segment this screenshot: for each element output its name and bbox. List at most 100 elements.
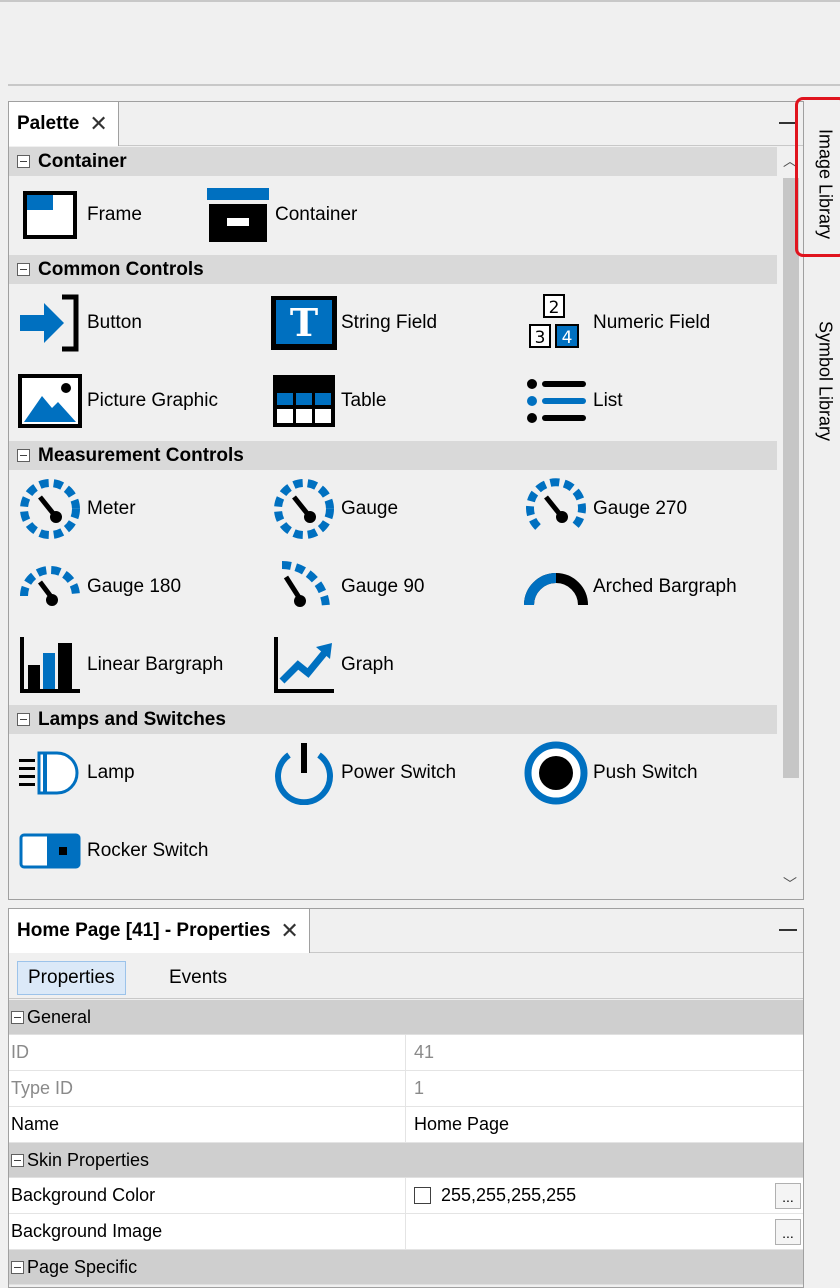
palette-item-arched-bargraph[interactable]: Arched Bargraph — [519, 548, 737, 626]
palette-item-linear-bargraph[interactable]: Linear Bargraph — [13, 626, 223, 704]
category-container[interactable]: Container — [9, 147, 777, 176]
section-skin-properties[interactable]: Skin Properties — [9, 1143, 803, 1178]
collapse-icon[interactable] — [11, 1260, 24, 1274]
minimize-icon[interactable] — [779, 122, 797, 124]
frame-icon — [13, 184, 87, 246]
palette-panel: Palette ✕ Container Frame Container Comm… — [8, 101, 804, 900]
item-label: List — [593, 390, 623, 411]
tab-events[interactable]: Events — [159, 961, 237, 995]
palette-item-power-switch[interactable]: Power Switch — [267, 734, 456, 812]
collapse-icon[interactable] — [11, 1153, 24, 1167]
collapse-icon[interactable] — [17, 449, 30, 462]
palette-item-table[interactable]: Table — [267, 362, 386, 440]
item-label: Rocker Switch — [87, 840, 209, 861]
properties-subtabs: Properties Events — [9, 953, 803, 999]
palette-item-gauge-270[interactable]: Gauge 270 — [519, 470, 687, 548]
property-value: 255,255,255,255 — [441, 1185, 577, 1205]
palette-item-container[interactable]: Container — [201, 176, 357, 254]
item-label: Meter — [87, 498, 136, 519]
palette-item-picture-graphic[interactable]: Picture Graphic — [13, 362, 218, 440]
properties-tab[interactable]: Home Page [41] - Properties ✕ — [9, 909, 310, 953]
palette-item-rocker-switch[interactable]: Rocker Switch — [13, 812, 208, 890]
category-label: Container — [38, 150, 127, 172]
collapse-icon[interactable] — [11, 1010, 24, 1024]
close-icon[interactable]: ✕ — [280, 918, 298, 944]
property-value-cell[interactable]: ... — [406, 1214, 803, 1249]
graph-icon — [267, 634, 341, 696]
category-measurement-controls[interactable]: Measurement Controls — [9, 441, 777, 470]
property-name: Type ID — [9, 1071, 406, 1106]
close-icon[interactable]: ✕ — [89, 111, 107, 137]
ellipsis-button[interactable]: ... — [775, 1183, 801, 1209]
section-page-specific[interactable]: Page Specific — [9, 1250, 803, 1285]
property-name: Background Color — [9, 1178, 406, 1213]
tab-symbol-library[interactable]: Symbol Library — [812, 306, 838, 456]
category-label: Common Controls — [38, 258, 204, 280]
palette-item-gauge[interactable]: Gauge — [267, 470, 398, 548]
palette-item-push-switch[interactable]: Push Switch — [519, 734, 698, 812]
ellipsis-button[interactable]: ... — [775, 1219, 801, 1245]
minimize-icon[interactable] — [779, 929, 797, 931]
item-label: Linear Bargraph — [87, 654, 224, 675]
string-field-letter: T — [290, 300, 318, 345]
properties-header: Home Page [41] - Properties ✕ — [9, 909, 803, 953]
property-row-background-color[interactable]: Background Color 255,255,255,255 ... — [9, 1178, 803, 1214]
properties-panel: Home Page [41] - Properties ✕ Properties… — [8, 908, 804, 1288]
property-name: Name — [9, 1107, 406, 1142]
list-icon — [519, 370, 593, 432]
property-row-background-image[interactable]: Background Image ... — [9, 1214, 803, 1250]
palette-item-button[interactable]: Button — [13, 284, 142, 362]
scrollbar-thumb[interactable] — [783, 178, 799, 778]
palette-item-list[interactable]: List — [519, 362, 623, 440]
collapse-icon[interactable] — [17, 713, 30, 726]
item-label: Graph — [341, 654, 394, 675]
tab-image-library[interactable]: Image Library — [812, 118, 838, 250]
palette-item-string-field[interactable]: T String Field — [267, 284, 437, 362]
property-row-id[interactable]: ID 41 — [9, 1035, 803, 1071]
item-label: Frame — [87, 204, 142, 225]
digit-text: 4 — [562, 328, 573, 348]
palette-list[interactable]: Container Frame Container Common Control… — [9, 146, 777, 899]
collapse-icon[interactable] — [17, 155, 30, 168]
meter-icon — [13, 478, 87, 540]
tab-properties[interactable]: Properties — [17, 961, 126, 995]
category-label: Measurement Controls — [38, 444, 244, 466]
category-common-controls[interactable]: Common Controls — [9, 255, 777, 284]
item-label: Gauge 270 — [593, 498, 688, 519]
palette-item-gauge-180[interactable]: Gauge 180 — [13, 548, 181, 626]
scroll-up-icon[interactable]: ︿ — [777, 148, 803, 174]
property-value-cell[interactable]: 255,255,255,255 ... — [406, 1178, 803, 1213]
container-icon — [201, 184, 275, 246]
property-value[interactable]: Home Page — [406, 1107, 803, 1142]
category-label: Lamps and Switches — [38, 708, 226, 730]
linear-bargraph-icon — [13, 634, 87, 696]
side-tab-strip: Image Library Symbol Library — [806, 100, 840, 600]
arched-bargraph-icon — [519, 556, 593, 618]
digit-text: 3 — [535, 328, 546, 348]
properties-title: Home Page [41] - Properties — [17, 920, 271, 941]
item-label: Gauge 180 — [87, 576, 182, 597]
power-switch-icon — [267, 742, 341, 805]
section-label: Page Specific — [27, 1256, 138, 1277]
section-general[interactable]: General — [9, 1000, 803, 1035]
palette-item-numeric-field[interactable]: 2 3 4 Numeric Field — [519, 284, 710, 362]
numeric-field-icon: 2 3 4 — [519, 292, 593, 354]
palette-item-frame[interactable]: Frame — [13, 176, 142, 254]
palette-item-gauge-90[interactable]: Gauge 90 — [267, 548, 424, 626]
palette-item-graph[interactable]: Graph — [267, 626, 394, 704]
palette-item-meter[interactable]: Meter — [13, 470, 136, 548]
palette-scrollbar[interactable]: ︿ ﹀ — [777, 146, 803, 899]
item-label: Power Switch — [341, 762, 457, 783]
palette-item-lamp[interactable]: Lamp — [13, 734, 135, 812]
button-arrow-icon — [13, 292, 87, 354]
item-label: Button — [87, 312, 142, 333]
palette-tab[interactable]: Palette ✕ — [9, 102, 119, 146]
property-name: ID — [9, 1035, 406, 1070]
property-row-name[interactable]: Name Home Page — [9, 1107, 803, 1143]
rocker-switch-icon — [13, 820, 87, 882]
category-lamps-and-switches[interactable]: Lamps and Switches — [9, 705, 777, 734]
collapse-icon[interactable] — [17, 263, 30, 276]
scroll-down-icon[interactable]: ﹀ — [777, 871, 803, 897]
property-row-type-id[interactable]: Type ID 1 — [9, 1071, 803, 1107]
item-label: Arched Bargraph — [593, 576, 737, 597]
